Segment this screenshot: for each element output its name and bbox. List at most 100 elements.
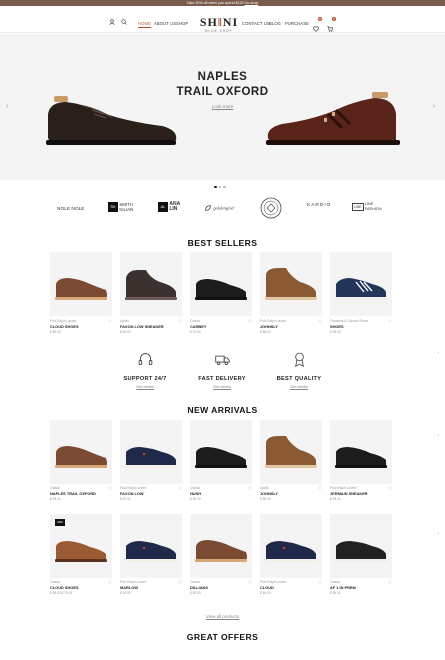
award-icon bbox=[294, 352, 304, 368]
product-name[interactable]: AF 1 IN PREM bbox=[330, 585, 392, 590]
product-name[interactable]: JOHNSLY bbox=[260, 491, 322, 496]
product-category[interactable]: Apollo bbox=[120, 319, 182, 323]
hero-slider: ‹ › NAPLES TRAIL OXFORD Look more bbox=[0, 34, 445, 188]
product-category[interactable]: Polo Ralph Lauren bbox=[260, 580, 322, 584]
product-name[interactable]: JOHNSLY bbox=[260, 324, 322, 329]
best-seller-product-image-2[interactable] bbox=[120, 252, 182, 316]
product-name[interactable]: NAPLES TRAIL OXFORD bbox=[50, 491, 112, 496]
wishlist-heart-icon[interactable]: ♡ bbox=[318, 319, 322, 325]
service-delivery-link[interactable]: See details bbox=[187, 385, 257, 389]
product-category[interactable]: Classic bbox=[330, 580, 392, 584]
wishlist-heart-icon[interactable]: ♡ bbox=[318, 580, 322, 586]
wishlist-heart-icon[interactable]: ♡ bbox=[248, 486, 252, 492]
hero-dot-3[interactable] bbox=[223, 185, 226, 188]
product-category[interactable]: Apollo bbox=[260, 486, 322, 490]
scroll-arrow-2[interactable]: › bbox=[437, 433, 439, 439]
hero-prev-arrow[interactable]: ‹ bbox=[6, 103, 12, 110]
scroll-arrow-1[interactable]: › bbox=[437, 350, 439, 356]
product-name[interactable]: DILLIANS bbox=[190, 585, 252, 590]
hero-dot-1[interactable] bbox=[214, 185, 217, 188]
brand-logo-ana-lin[interactable]: AL ANA LIN bbox=[158, 202, 183, 212]
product-name[interactable]: FAXON LOW SNEAKER bbox=[120, 324, 182, 329]
new-arrival-row2-product-image-3[interactable] bbox=[190, 514, 252, 578]
product-category[interactable]: Polo Ralph Lauren bbox=[50, 319, 112, 323]
wishlist-heart-icon[interactable]: ♡ bbox=[108, 486, 112, 492]
product-name[interactable]: CLOUD SHOES bbox=[50, 324, 112, 329]
brand-logo-seal[interactable] bbox=[260, 197, 282, 221]
new-arrival-row2-product-image-5[interactable] bbox=[330, 514, 392, 578]
user-icon[interactable] bbox=[109, 19, 115, 25]
shoe-image bbox=[195, 447, 247, 468]
service-quality-link[interactable]: See details bbox=[264, 385, 334, 389]
wishlist-heart-icon[interactable]: ♡ bbox=[388, 486, 392, 492]
best-seller-product-image-1[interactable] bbox=[50, 252, 112, 316]
hero-look-more-link[interactable]: Look more bbox=[200, 104, 245, 109]
nav-blog[interactable]: BLOG bbox=[269, 21, 281, 26]
product-name[interactable]: FAXON LOW bbox=[120, 491, 182, 496]
wishlist-heart-icon[interactable]: ♡ bbox=[108, 580, 112, 586]
nav-shop[interactable]: SHOP bbox=[176, 21, 188, 26]
cart-icon bbox=[327, 26, 334, 32]
new-arrival-row1-product-info-5: ♡ Polo Ralph Lauren JERMAIN SNEAKER $ 99.00 bbox=[330, 486, 392, 501]
new-arrival-row2-product-image-1[interactable]: NEW bbox=[50, 514, 112, 578]
product-name[interactable]: CLOUD SHOES bbox=[50, 585, 112, 590]
service-support-link[interactable]: See details bbox=[110, 385, 180, 389]
product-name[interactable]: CLOUD bbox=[260, 585, 322, 590]
wishlist-button[interactable]: 0 bbox=[313, 17, 322, 32]
product-category[interactable]: Sneakers & Canvas Shoes bbox=[330, 319, 392, 323]
brand-line-fashion-text: LINE FASHION bbox=[364, 202, 382, 211]
wishlist-heart-icon[interactable]: ♡ bbox=[178, 580, 182, 586]
wishlist-heart-icon[interactable]: ♡ bbox=[388, 319, 392, 325]
new-arrival-row2-product-image-2[interactable] bbox=[120, 514, 182, 578]
site-logo[interactable]: SH‖NI BLUE SHOP bbox=[196, 16, 242, 33]
best-seller-product-image-5[interactable] bbox=[330, 252, 392, 316]
view-all-products-link[interactable]: View all products bbox=[190, 614, 255, 619]
product-category[interactable]: Polo Ralph Lauren bbox=[120, 486, 182, 490]
wishlist-heart-icon[interactable]: ♡ bbox=[388, 580, 392, 586]
product-name[interactable]: CARBEY bbox=[190, 324, 252, 329]
nav-home[interactable]: HOME bbox=[138, 21, 151, 28]
brand-logo-goldengrid[interactable]: goldengrid bbox=[204, 204, 234, 212]
new-arrival-row1-product-image-2[interactable] bbox=[120, 420, 182, 484]
wishlist-heart-icon[interactable]: ♡ bbox=[248, 580, 252, 586]
hero-next-arrow[interactable]: › bbox=[433, 103, 439, 110]
new-arrival-row2-product-image-4[interactable] bbox=[260, 514, 322, 578]
best-seller-product-image-3[interactable] bbox=[190, 252, 252, 316]
nav-about[interactable]: ABOUT US bbox=[154, 21, 176, 26]
wishlist-heart-icon[interactable]: ♡ bbox=[248, 319, 252, 325]
new-arrival-row1-product-image-5[interactable] bbox=[330, 420, 392, 484]
scroll-arrow-3[interactable]: › bbox=[437, 531, 439, 537]
wishlist-heart-icon[interactable]: ♡ bbox=[318, 486, 322, 492]
wishlist-heart-icon[interactable]: ♡ bbox=[178, 319, 182, 325]
product-name[interactable]: JERMAIN SNEAKER bbox=[330, 491, 392, 496]
hero-dot-2[interactable] bbox=[218, 185, 221, 188]
new-arrival-row2-product-info-2: ♡ Polo Ralph Lauren MARLOW $ 95.00 bbox=[120, 580, 182, 595]
brand-logo-kardio[interactable]: KARDIO bbox=[307, 203, 331, 208]
promo-link[interactable]: Go shop bbox=[245, 1, 259, 5]
service-delivery-title: FAST DELIVERY bbox=[198, 376, 246, 382]
product-category[interactable]: Classic bbox=[50, 486, 112, 490]
brand-logo-smith-kilian[interactable]: SK SMITH KILIAN bbox=[108, 202, 139, 212]
product-category[interactable]: Classic bbox=[190, 486, 252, 490]
nav-contact[interactable]: CONTACT US bbox=[242, 21, 270, 26]
new-arrival-row1-product-image-4[interactable] bbox=[260, 420, 322, 484]
wishlist-heart-icon[interactable]: ♡ bbox=[108, 319, 112, 325]
best-seller-product-image-4[interactable] bbox=[260, 252, 322, 316]
product-category[interactable]: Polo Ralph Lauren bbox=[120, 580, 182, 584]
product-name[interactable]: SHOES bbox=[330, 324, 392, 329]
product-category[interactable]: Classic bbox=[190, 319, 252, 323]
brand-logo-nole[interactable]: NOLE NOLE bbox=[57, 207, 84, 212]
nav-purchase[interactable]: PURCHASE bbox=[285, 21, 309, 26]
product-category[interactable]: Classic bbox=[190, 580, 252, 584]
new-arrival-row1-product-image-3[interactable] bbox=[190, 420, 252, 484]
new-arrival-row1-product-image-1[interactable] bbox=[50, 420, 112, 484]
product-name[interactable]: HUSH bbox=[190, 491, 252, 496]
product-category[interactable]: Polo Ralph Lauren bbox=[330, 486, 392, 490]
product-category[interactable]: Classic bbox=[50, 580, 112, 584]
search-icon[interactable] bbox=[121, 19, 127, 25]
product-category[interactable]: Polo Ralph Lauren bbox=[260, 319, 322, 323]
wishlist-heart-icon[interactable]: ♡ bbox=[178, 486, 182, 492]
brand-logo-line-fashion[interactable]: LINE LINE FASHION bbox=[352, 202, 385, 211]
product-name[interactable]: MARLOW bbox=[120, 585, 182, 590]
cart-button[interactable]: 0 bbox=[327, 17, 336, 32]
